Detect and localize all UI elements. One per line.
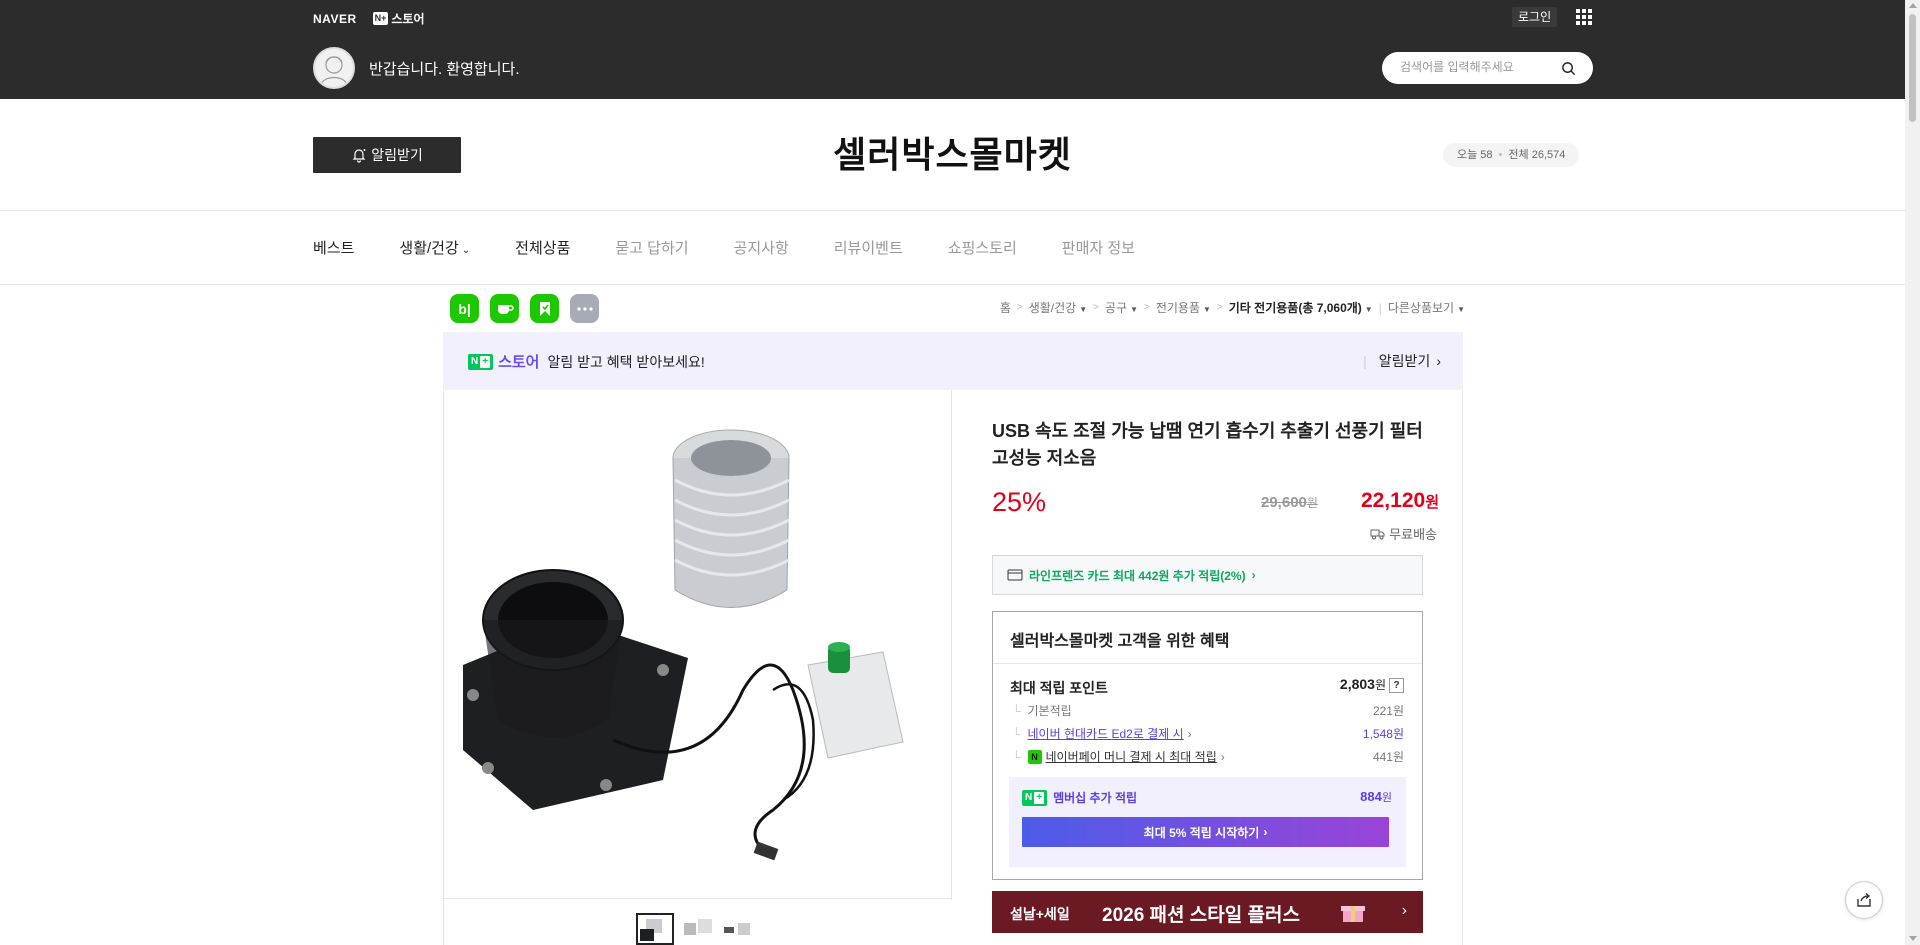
- promo-text: 알림 받고 혜택 받아보세요!: [547, 353, 705, 370]
- ad-big-text: 2026 패션 스타일 플러스: [1102, 905, 1300, 926]
- nplus-store-label: 스토어: [391, 12, 425, 26]
- promo-store-word: 스토어: [498, 354, 540, 371]
- search-icon[interactable]: [1561, 61, 1576, 76]
- login-button[interactable]: 로그인: [1512, 7, 1558, 27]
- shipping-info: 무료배송: [1370, 524, 1437, 543]
- scroll-thumb[interactable]: [1909, 14, 1916, 122]
- search-box[interactable]: [1382, 52, 1593, 84]
- nplus-badge: N+: [372, 12, 389, 25]
- basic-point-value: 221원: [1372, 704, 1404, 718]
- max-point-value: 2,803원: [1339, 676, 1386, 692]
- promo-notify-link[interactable]: | 알림받기 ›: [1363, 351, 1441, 371]
- store-title[interactable]: 셀러박스몰마켓: [0, 126, 1905, 178]
- nav-item-qna[interactable]: 묻고 답하기: [615, 237, 688, 258]
- ad-small-text: 설날+세일: [1010, 906, 1070, 922]
- original-price: 29,600원: [1261, 494, 1318, 511]
- card-point-value: 1,548원: [1362, 727, 1404, 741]
- share-apps: b|: [450, 294, 599, 323]
- nav-item-best[interactable]: 베스트: [313, 237, 354, 258]
- sale-price: 22,120원: [1360, 489, 1439, 512]
- chevron-right-icon: ›: [1401, 902, 1407, 919]
- nav-item-review-event[interactable]: 리뷰이벤트: [834, 237, 903, 258]
- truck-icon: [1370, 529, 1385, 539]
- naver-logo[interactable]: NAVER: [313, 12, 357, 26]
- breadcrumb-category-3[interactable]: 전기용품 ▼: [1156, 299, 1211, 316]
- scrollbar[interactable]: [1905, 0, 1920, 945]
- discount-rate: 25%: [992, 487, 1047, 517]
- promo-cta: 알림받기: [1378, 353, 1431, 369]
- npay-icon: N: [1027, 749, 1042, 764]
- product-image[interactable]: [443, 390, 952, 900]
- basic-point-row: └ 기본적립: [1012, 703, 1072, 719]
- promo-message: N + 스토어 알림 받고 혜택 받아보세요!: [468, 351, 705, 372]
- scroll-down-arrow-icon[interactable]: [1909, 936, 1917, 941]
- card-benefit-banner[interactable]: 라인프렌즈 카드 최대 442원 추가 적립(2%) ›: [992, 555, 1423, 595]
- divider: [0, 284, 1905, 285]
- share-button[interactable]: [1845, 881, 1883, 919]
- welcome-text: 반갑습니다. 환영합니다.: [369, 61, 520, 78]
- membership-box: N + 멤버십 추가 적립 884원 최대 5% 적립 시작하기 ›: [1009, 777, 1406, 867]
- thumbnail-3[interactable]: [722, 913, 760, 945]
- search-input[interactable]: [1400, 60, 1560, 74]
- help-icon[interactable]: ?: [1389, 678, 1404, 693]
- card-point-row[interactable]: └ 네이버 현대카드 Ed2로 결제 시 ›: [1012, 725, 1192, 742]
- chevron-right-icon: ›: [1220, 749, 1225, 764]
- nav-item-notice[interactable]: 공지사항: [734, 237, 789, 258]
- nav-item-all-products[interactable]: 전체상품: [515, 237, 570, 258]
- npay-point-row[interactable]: └ N 네이버페이 머니 결제 시 최대 적립 ›: [1012, 748, 1225, 765]
- shipping-label: 무료배송: [1389, 527, 1437, 542]
- product-image-area: [443, 390, 952, 900]
- top-bar: NAVER N+ 스토어 로그인 반갑습니다. 환영합니다.: [0, 0, 1905, 99]
- blog-icon[interactable]: b|: [450, 294, 479, 323]
- ad-banner[interactable]: 설날+세일 2026 패션 스타일 플러스 ›: [992, 891, 1423, 933]
- membership-value: 884원: [1360, 789, 1392, 804]
- visits-today: 오늘 58: [1457, 149, 1493, 161]
- divider: [443, 898, 952, 899]
- divider: [0, 210, 1905, 211]
- max-point-label: 최대 적립 포인트: [1010, 680, 1108, 696]
- visit-counter: 오늘 58 • 전체 26,574: [1443, 143, 1580, 167]
- breadcrumb-category-2[interactable]: 공구 ▼: [1105, 299, 1138, 316]
- card-icon: [1007, 569, 1023, 581]
- nplus-badge: N+: [468, 353, 494, 370]
- nplus-badge: N+: [1022, 789, 1048, 806]
- chevron-right-icon: ›: [1436, 353, 1441, 369]
- share-icon: [1857, 892, 1871, 907]
- product-title: USB 속도 조절 가능 납땜 연기 흡수기 추출기 선풍기 필터 고성능 저소…: [992, 421, 1423, 468]
- membership-start-button[interactable]: 최대 5% 적립 시작하기 ›: [1022, 817, 1389, 847]
- breadcrumb-home[interactable]: 홈: [1000, 299, 1011, 316]
- nplus-store-link[interactable]: N+ 스토어: [372, 10, 425, 27]
- chevron-right-icon: ›: [1263, 825, 1268, 839]
- breadcrumb: 홈 > 생활/건강 ▼ > 공구 ▼ > 전기용품 ▼ > 기타 전기용품(총 7,0…: [999, 299, 1465, 316]
- membership-label: N + 멤버십 추가 적립: [1022, 789, 1137, 806]
- benefit-title: 셀러박스몰마켓 고객을 위한 혜택: [1010, 633, 1230, 650]
- apps-grid-icon[interactable]: [1576, 9, 1592, 25]
- nav-item-seller-info[interactable]: 판매자 정보: [1062, 237, 1135, 258]
- chevron-right-icon: ›: [1251, 568, 1256, 582]
- nav-item-shopping-story[interactable]: 쇼핑스토리: [948, 237, 1017, 258]
- npay-point-value: 441원: [1372, 750, 1404, 764]
- gift-icon: [1341, 906, 1365, 922]
- other-products-link[interactable]: 다른상품보기 ▼: [1388, 299, 1465, 316]
- breadcrumb-category-4[interactable]: 기타 전기용품(총 7,060개) ▼: [1229, 299, 1373, 316]
- scroll-up-arrow-icon[interactable]: [1909, 3, 1917, 8]
- promo-banner: N + 스토어 알림 받고 혜택 받아보세요! | 알림받기 ›: [443, 332, 1463, 390]
- divider: [993, 663, 1422, 664]
- benefit-box: 셀러박스몰마켓 고객을 위한 혜택 최대 적립 포인트 2,803원 ? └ 기본…: [992, 611, 1423, 880]
- chevron-right-icon: ›: [1187, 726, 1192, 741]
- card-benefit-text: 라인프렌즈 카드 최대 442원 추가 적립(2%): [1029, 568, 1246, 583]
- chevron-down-icon: ⌄: [461, 245, 471, 256]
- bookmark-icon[interactable]: [530, 294, 559, 323]
- brand-row: NAVER N+ 스토어: [313, 10, 425, 27]
- cafe-icon[interactable]: [490, 294, 519, 323]
- breadcrumb-category-1[interactable]: 생활/건강 ▼: [1029, 299, 1087, 316]
- thumbnail-2[interactable]: [680, 913, 718, 945]
- more-icon[interactable]: [570, 294, 599, 323]
- avatar[interactable]: [313, 47, 355, 89]
- visits-total: 전체 26,574: [1508, 149, 1566, 161]
- nav-item-living-health[interactable]: 생활/건강 ⌄: [399, 237, 470, 258]
- store-nav: 베스트 생활/건강 ⌄ 전체상품 묻고 답하기 공지사항 리뷰이벤트 쇼핑스토리 …: [313, 237, 1180, 258]
- thumbnail-1[interactable]: [636, 913, 674, 945]
